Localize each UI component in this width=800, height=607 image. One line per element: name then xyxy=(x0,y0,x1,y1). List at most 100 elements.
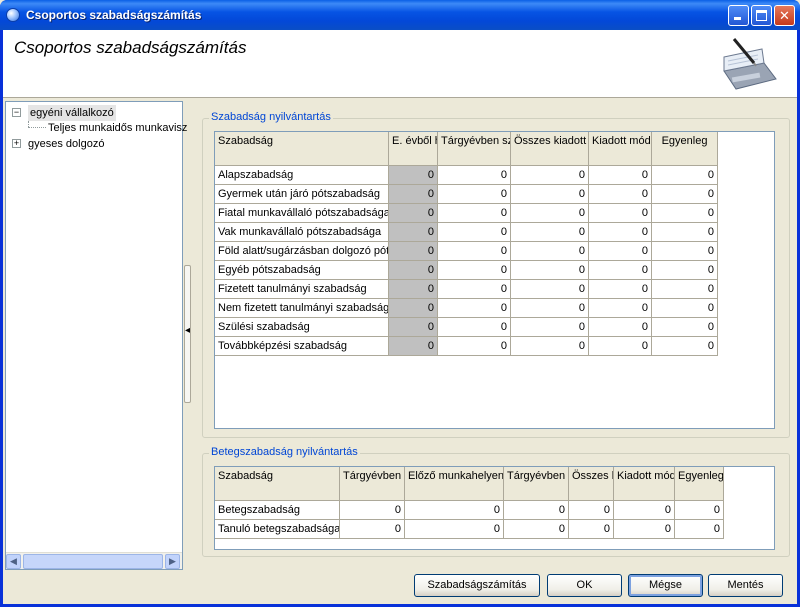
grid-value-cell[interactable]: 0 xyxy=(504,520,569,539)
row-label[interactable]: Föld alatt/sugárzásban dolgozó pót xyxy=(215,242,389,261)
grid-value-cell[interactable]: 0 xyxy=(389,204,438,223)
grid-value-cell[interactable]: 0 xyxy=(652,318,718,337)
grid-value-cell[interactable]: 0 xyxy=(652,261,718,280)
grid-value-cell[interactable]: 0 xyxy=(438,299,511,318)
row-label[interactable]: Nem fizetett tanulmányi szabadság xyxy=(215,299,389,318)
cancel-button[interactable]: Mégse xyxy=(628,574,703,597)
column-header[interactable]: Összes kiadott xyxy=(569,467,614,501)
row-label[interactable]: Fiatal munkavállaló pótszabadsága xyxy=(215,204,389,223)
column-header[interactable]: E. évből hozott xyxy=(389,132,438,166)
grid-value-cell[interactable]: 0 xyxy=(511,223,589,242)
column-header[interactable]: Kiadott módosítása xyxy=(614,467,675,501)
grid-value-cell[interactable]: 0 xyxy=(389,337,438,356)
expand-icon[interactable]: + xyxy=(12,139,21,148)
grid-value-cell[interactable]: 0 xyxy=(569,520,614,539)
grid-value-cell[interactable]: 0 xyxy=(340,501,405,520)
column-header[interactable]: Tárgyévben számított xyxy=(340,467,405,501)
column-header[interactable]: Összes kiadott xyxy=(511,132,589,166)
grid-value-cell[interactable]: 0 xyxy=(589,185,652,204)
grid-value-cell[interactable]: 0 xyxy=(389,299,438,318)
grid-value-cell[interactable]: 0 xyxy=(589,299,652,318)
row-label[interactable]: Alapszabadság xyxy=(215,166,389,185)
column-header[interactable]: Szabadság xyxy=(215,132,389,166)
grid-value-cell[interactable]: 0 xyxy=(438,280,511,299)
grid-value-cell[interactable]: 0 xyxy=(652,166,718,185)
grid-value-cell[interactable]: 0 xyxy=(438,261,511,280)
grid-value-cell[interactable]: 0 xyxy=(614,501,675,520)
grid-value-cell[interactable]: 0 xyxy=(438,318,511,337)
grid-value-cell[interactable]: 0 xyxy=(511,280,589,299)
grid-value-cell[interactable]: 0 xyxy=(511,318,589,337)
grid-value-cell[interactable]: 0 xyxy=(389,223,438,242)
grid-value-cell[interactable]: 0 xyxy=(652,185,718,204)
grid-value-cell[interactable]: 0 xyxy=(589,204,652,223)
row-label[interactable]: Vak munkavállaló pótszabadsága xyxy=(215,223,389,242)
horizontal-scrollbar[interactable]: ◀ ▶ xyxy=(6,552,182,569)
grid-value-cell[interactable]: 0 xyxy=(652,280,718,299)
column-header[interactable]: Szabadság xyxy=(215,467,340,501)
minimize-button[interactable] xyxy=(728,5,749,26)
grid-value-cell[interactable]: 0 xyxy=(438,166,511,185)
row-label[interactable]: Egyéb pótszabadság xyxy=(215,261,389,280)
grid-value-cell[interactable]: 0 xyxy=(589,261,652,280)
scroll-right-button[interactable]: ▶ xyxy=(165,554,180,569)
grid-value-cell[interactable]: 0 xyxy=(405,520,504,539)
grid-value-cell[interactable]: 0 xyxy=(652,337,718,356)
close-button[interactable]: ✕ xyxy=(774,5,795,26)
tree-item-label[interactable]: gyeses dolgozó xyxy=(28,136,104,152)
grid-value-cell[interactable]: 0 xyxy=(438,204,511,223)
grid-value-cell[interactable]: 0 xyxy=(569,501,614,520)
maximize-button[interactable] xyxy=(751,5,772,26)
column-header[interactable]: Egyenleg xyxy=(675,467,724,501)
grid-value-cell[interactable]: 0 xyxy=(389,166,438,185)
grid-value-cell[interactable]: 0 xyxy=(589,223,652,242)
row-label[interactable]: Betegszabadság xyxy=(215,501,340,520)
column-header[interactable]: Egyenleg xyxy=(652,132,718,166)
sick-leave-grid[interactable]: SzabadságTárgyévben számítottElőző munka… xyxy=(214,466,775,550)
grid-value-cell[interactable]: 0 xyxy=(511,242,589,261)
row-label[interactable]: Fizetett tanulmányi szabadság xyxy=(215,280,389,299)
splitter-handle[interactable]: ◂ xyxy=(184,265,191,403)
grid-value-cell[interactable]: 0 xyxy=(589,280,652,299)
column-header[interactable]: Tárgyévben számított xyxy=(438,132,511,166)
row-label[interactable]: Továbbképzési szabadság xyxy=(215,337,389,356)
calculate-leave-button[interactable]: Szabadságszámítás xyxy=(414,574,540,597)
grid-value-cell[interactable]: 0 xyxy=(438,185,511,204)
grid-value-cell[interactable]: 0 xyxy=(438,242,511,261)
grid-value-cell[interactable]: 0 xyxy=(511,337,589,356)
grid-value-cell[interactable]: 0 xyxy=(589,337,652,356)
employee-tree[interactable]: − egyéni vállalkozó Teljes munkaidős mun… xyxy=(5,101,187,570)
grid-value-cell[interactable]: 0 xyxy=(389,280,438,299)
column-header[interactable]: Előző munkahelyen felhasznált xyxy=(405,467,504,501)
grid-value-cell[interactable]: 0 xyxy=(511,299,589,318)
grid-value-cell[interactable]: 0 xyxy=(614,520,675,539)
collapse-icon[interactable]: − xyxy=(12,108,21,117)
grid-value-cell[interactable]: 0 xyxy=(340,520,405,539)
grid-value-cell[interactable]: 0 xyxy=(511,261,589,280)
title-bar[interactable]: Csoportos szabadságszámítás ✕ xyxy=(0,0,800,30)
grid-value-cell[interactable]: 0 xyxy=(405,501,504,520)
grid-value-cell[interactable]: 0 xyxy=(511,204,589,223)
save-button[interactable]: Mentés xyxy=(708,574,783,597)
grid-value-cell[interactable]: 0 xyxy=(589,318,652,337)
grid-value-cell[interactable]: 0 xyxy=(652,223,718,242)
tree-item-label[interactable]: Teljes munkaidős munkavisz xyxy=(48,120,187,136)
scroll-left-button[interactable]: ◀ xyxy=(6,554,21,569)
row-label[interactable]: Szülési szabadság xyxy=(215,318,389,337)
grid-value-cell[interactable]: 0 xyxy=(652,242,718,261)
grid-value-cell[interactable]: 0 xyxy=(389,185,438,204)
grid-value-cell[interactable]: 0 xyxy=(389,242,438,261)
column-header[interactable]: Kiadott módosítása xyxy=(589,132,652,166)
ok-button[interactable]: OK xyxy=(547,574,622,597)
grid-value-cell[interactable]: 0 xyxy=(675,501,724,520)
column-header[interactable]: Tárgyévben adható xyxy=(504,467,569,501)
grid-value-cell[interactable]: 0 xyxy=(652,204,718,223)
row-label[interactable]: Gyermek után járó pótszabadság xyxy=(215,185,389,204)
row-label[interactable]: Tanuló betegszabadsága xyxy=(215,520,340,539)
leave-grid[interactable]: SzabadságE. évből hozottTárgyévben számí… xyxy=(214,131,775,429)
grid-value-cell[interactable]: 0 xyxy=(389,261,438,280)
grid-value-cell[interactable]: 0 xyxy=(511,166,589,185)
grid-value-cell[interactable]: 0 xyxy=(438,223,511,242)
grid-value-cell[interactable]: 0 xyxy=(675,520,724,539)
grid-value-cell[interactable]: 0 xyxy=(504,501,569,520)
